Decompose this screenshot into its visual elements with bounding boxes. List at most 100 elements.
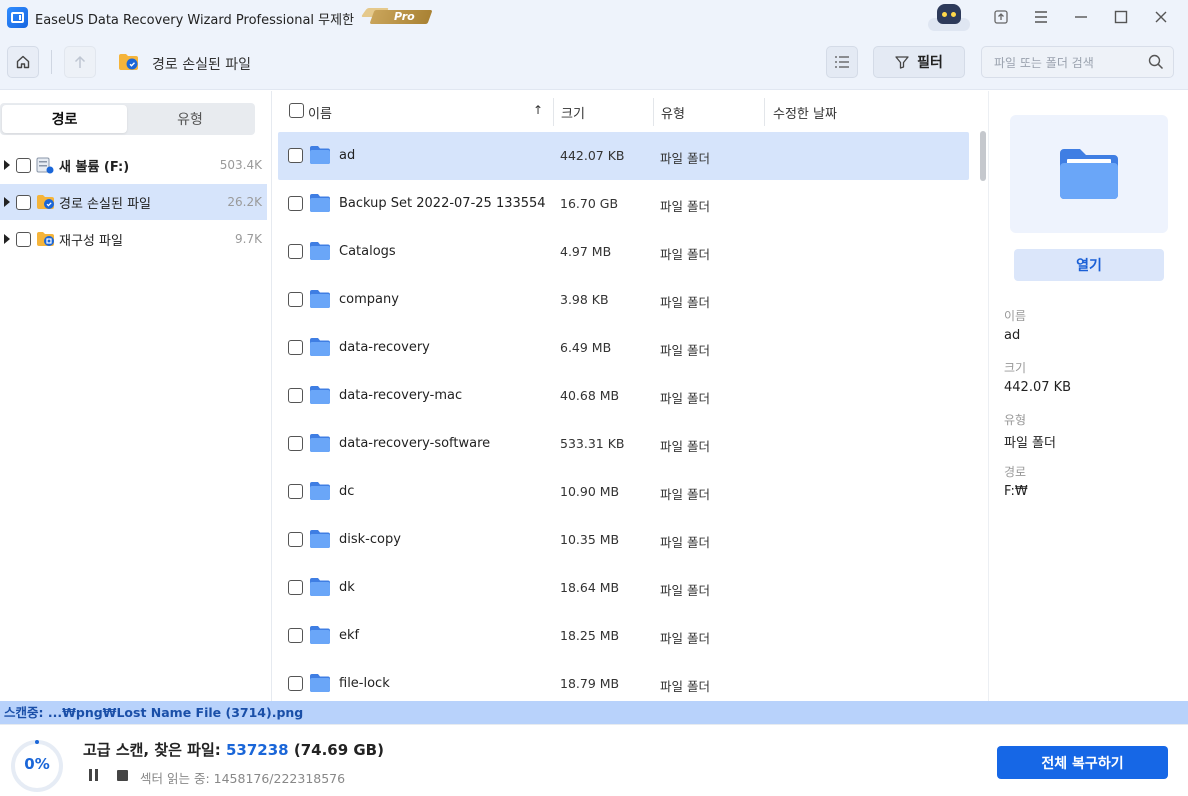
sort-ascending-icon[interactable]: ↑ [533, 103, 543, 117]
preview-name-value: ad [1004, 328, 1021, 343]
row-checkbox[interactable] [288, 244, 303, 259]
home-icon [16, 55, 30, 69]
stop-icon[interactable] [117, 770, 128, 781]
folder-icon [310, 242, 330, 260]
file-list-scrollbar[interactable] [980, 131, 986, 181]
expand-arrow-icon[interactable] [4, 197, 10, 207]
hamburger-menu-icon[interactable] [1029, 5, 1053, 29]
table-row[interactable]: ekf 18.25 MB 파일 폴더 [278, 612, 969, 660]
row-checkbox[interactable] [288, 292, 303, 307]
tab-type[interactable]: 유형 [127, 105, 253, 133]
app-logo-icon [7, 7, 28, 28]
table-row[interactable]: ad 442.07 KB 파일 폴더 [278, 132, 969, 180]
column-divider[interactable] [553, 98, 554, 126]
file-name: Backup Set 2022-07-25 133554 [339, 196, 546, 211]
home-button[interactable] [7, 46, 39, 78]
table-row[interactable]: data-recovery-mac 40.68 MB 파일 폴더 [278, 372, 969, 420]
upload-icon[interactable] [989, 5, 1013, 29]
table-row[interactable]: Backup Set 2022-07-25 133554 16.70 GB 파일 폴… [278, 180, 969, 228]
lost-folder-icon [119, 54, 138, 70]
row-checkbox[interactable] [288, 340, 303, 355]
row-checkbox[interactable] [288, 148, 303, 163]
reconstructed-folder-icon [37, 232, 54, 246]
arrow-up-icon [74, 55, 86, 68]
folder-icon [310, 434, 330, 452]
file-name: ekf [339, 628, 360, 643]
search-box[interactable] [981, 46, 1174, 78]
breadcrumb[interactable]: 경로 손실된 파일 [152, 54, 251, 74]
file-size: 3.98 KB [560, 292, 609, 307]
recover-all-button[interactable]: 전체 복구하기 [997, 746, 1168, 779]
up-level-button[interactable] [64, 46, 96, 78]
row-checkbox[interactable] [288, 388, 303, 403]
pause-icon[interactable] [88, 769, 100, 781]
preview-type-label: 유형 [1004, 413, 1027, 427]
preview-size-value: 442.07 KB [1004, 380, 1072, 395]
column-header-name[interactable]: 이름 [308, 103, 332, 122]
maximize-icon[interactable] [1109, 5, 1133, 29]
list-view-button[interactable] [826, 46, 858, 78]
file-name: dk [339, 580, 355, 595]
folder-icon [310, 578, 330, 596]
expand-arrow-icon[interactable] [4, 234, 10, 244]
tab-path[interactable]: 경로 [2, 105, 127, 133]
sidebar-item-lost-path-files[interactable]: 경로 손실된 파일 26.2K [0, 184, 267, 220]
row-checkbox[interactable] [288, 196, 303, 211]
expand-arrow-icon[interactable] [4, 160, 10, 170]
lost-folder-icon [37, 195, 54, 209]
select-all-checkbox[interactable] [289, 103, 304, 118]
column-header-size[interactable]: 크기 [561, 103, 585, 122]
row-checkbox[interactable] [288, 484, 303, 499]
search-icon[interactable] [1148, 54, 1164, 70]
table-row[interactable]: Catalogs 4.97 MB 파일 폴더 [278, 228, 969, 276]
file-list: 이름 ↑ 크기 유형 수정한 날짜 ad 442.07 KB 파일 폴더 Backup… [273, 91, 987, 701]
sidebar-item-reconstructed-files[interactable]: 재구성 파일 9.7K [0, 221, 267, 257]
view-toggle: 경로 유형 [0, 103, 255, 135]
assistant-robot-icon[interactable] [926, 2, 972, 32]
toolbar: 경로 손실된 파일 필터 [0, 34, 1188, 90]
sidebar-item-count: 503.4K [219, 158, 262, 172]
preview-path-label: 경로 [1004, 465, 1027, 479]
sidebar-item-label: 재구성 파일 [59, 233, 123, 249]
file-name: ad [339, 148, 356, 163]
close-icon[interactable] [1149, 5, 1173, 29]
table-row[interactable]: data-recovery-software 533.31 KB 파일 폴더 [278, 420, 969, 468]
checkbox[interactable] [16, 157, 31, 173]
column-header-modified[interactable]: 수정한 날짜 [773, 103, 837, 122]
file-size: 6.49 MB [560, 340, 612, 355]
row-checkbox[interactable] [288, 436, 303, 451]
column-header-type[interactable]: 유형 [661, 103, 685, 122]
table-row[interactable]: dc 10.90 MB 파일 폴더 [278, 468, 969, 516]
filter-button[interactable]: 필터 [873, 46, 965, 78]
table-row[interactable]: dk 18.64 MB 파일 폴더 [278, 564, 969, 612]
row-checkbox[interactable] [288, 580, 303, 595]
file-type: 파일 폴더 [660, 631, 710, 646]
table-row[interactable]: company 3.98 KB 파일 폴더 [278, 276, 969, 324]
pro-badge-label: Pro [394, 10, 415, 23]
table-row[interactable]: disk-copy 10.35 MB 파일 폴더 [278, 516, 969, 564]
toolbar-divider [51, 50, 52, 74]
table-row[interactable]: data-recovery 6.49 MB 파일 폴더 [278, 324, 969, 372]
checkbox[interactable] [16, 194, 31, 210]
table-row[interactable]: file-lock 18.79 MB 파일 폴더 [278, 660, 969, 701]
sidebar-item-label: 새 볼륨 (F:) [59, 159, 130, 175]
column-divider[interactable] [764, 98, 765, 126]
row-checkbox[interactable] [288, 676, 303, 691]
folder-icon [310, 290, 330, 308]
file-type: 파일 폴더 [660, 391, 710, 406]
minimize-icon[interactable] [1069, 5, 1093, 29]
file-name: data-recovery [339, 340, 430, 355]
row-checkbox[interactable] [288, 532, 303, 547]
scan-summary: 고급 스캔, 찾은 파일: 537238 (74.69 GB) [83, 739, 384, 760]
search-input[interactable] [994, 53, 1144, 73]
found-count: 537238 [226, 741, 289, 759]
checkbox[interactable] [16, 231, 31, 247]
file-size: 4.97 MB [560, 244, 612, 259]
file-name: Catalogs [339, 244, 396, 259]
row-checkbox[interactable] [288, 628, 303, 643]
open-button[interactable]: 열기 [1014, 249, 1164, 281]
sidebar-item-volume-f[interactable]: 새 볼륨 (F:) 503.4K [0, 147, 267, 183]
preview-size-label: 크기 [1004, 361, 1027, 375]
column-divider[interactable] [653, 98, 654, 126]
found-size: (74.69 GB) [288, 741, 384, 759]
